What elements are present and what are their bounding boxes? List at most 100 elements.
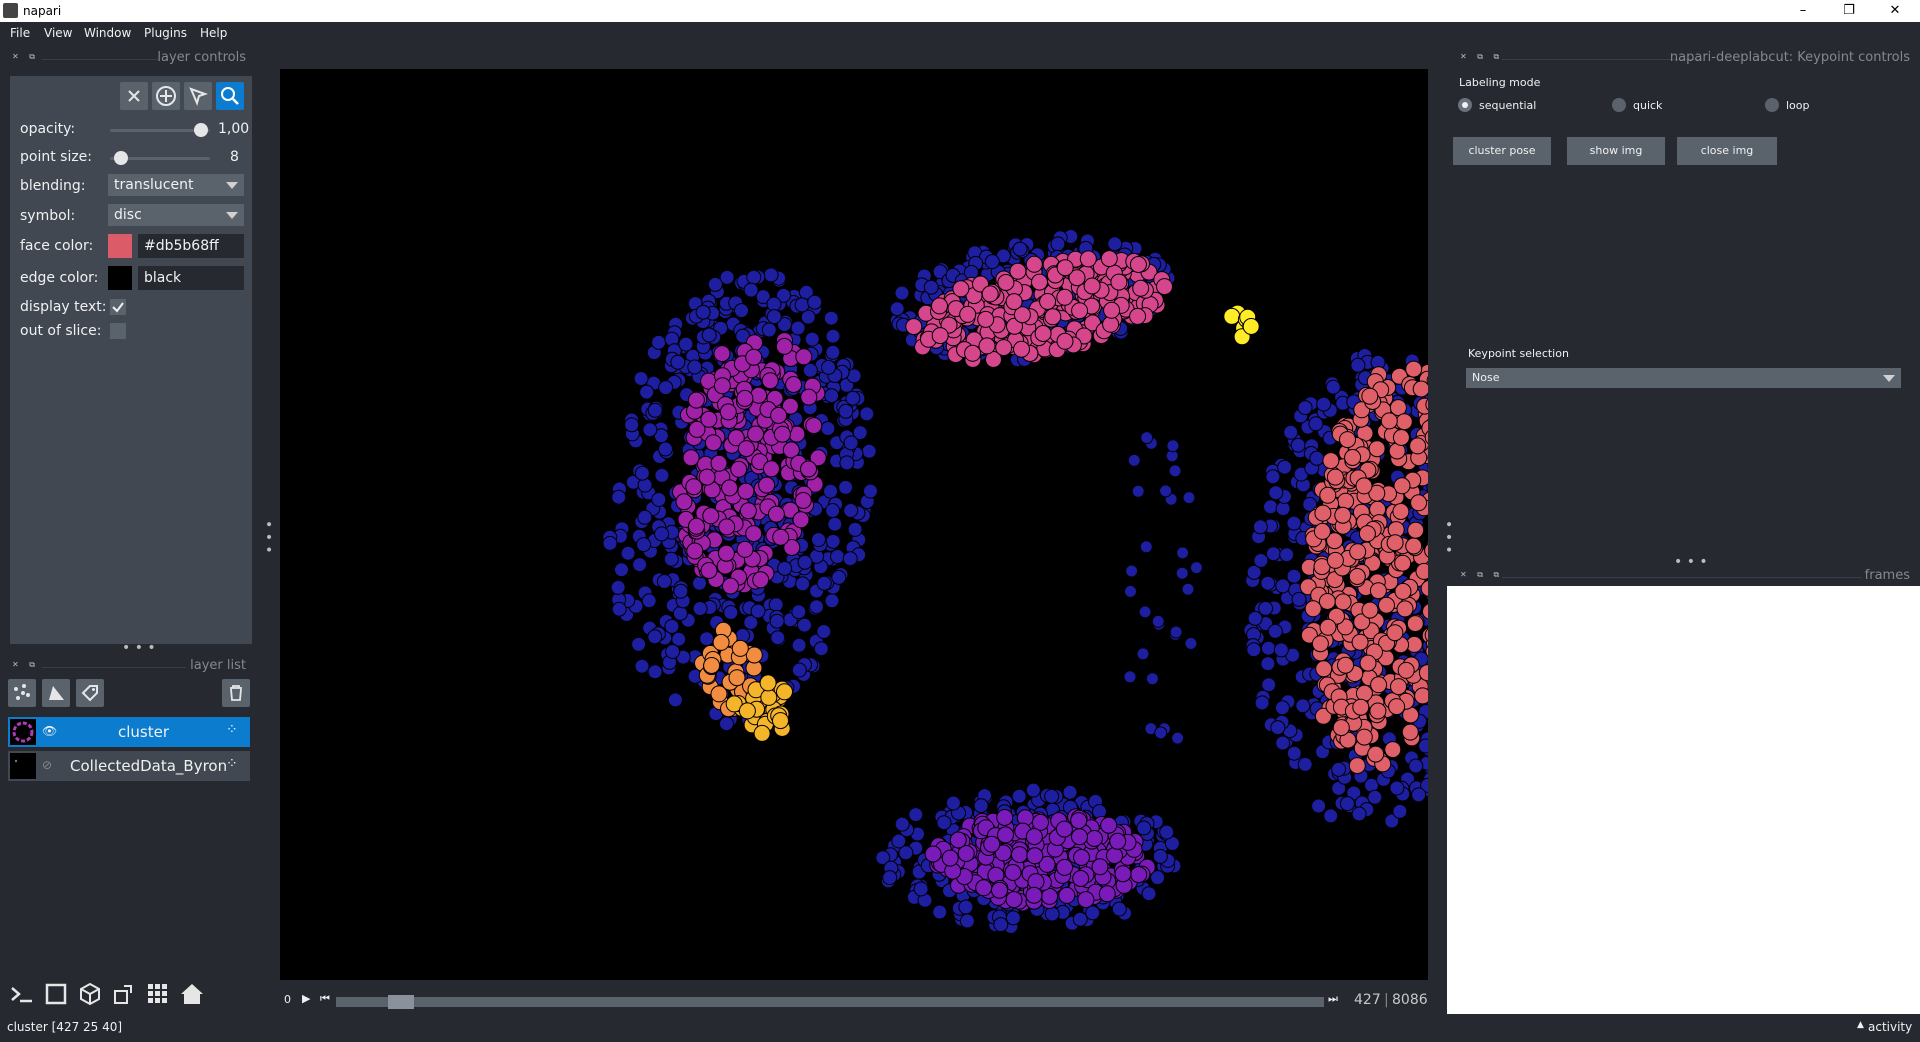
new-shapes-layer-button[interactable] <box>42 679 70 707</box>
skip-start-icon[interactable]: ⏮ <box>320 992 330 1006</box>
radio-quick[interactable] <box>1612 98 1626 112</box>
display-text-checkbox[interactable] <box>110 299 126 315</box>
dock-buttons-icon[interactable]: ✕ ⧉ ⧉ <box>1460 570 1503 580</box>
chevron-up-icon[interactable]: ▲ <box>1857 1020 1864 1030</box>
out-of-slice-checkbox[interactable] <box>110 323 126 339</box>
face-color-swatch[interactable] <box>108 234 132 258</box>
activity-button[interactable]: activity <box>1868 1020 1912 1034</box>
dock-buttons-icon[interactable]: ✕ ⧉ <box>12 660 39 670</box>
point-marker <box>1141 886 1157 902</box>
delete-layer-button[interactable] <box>222 679 250 707</box>
point-marker <box>1265 469 1281 485</box>
viewer-canvas[interactable] <box>280 69 1513 980</box>
menu-window[interactable]: Window <box>84 26 131 40</box>
point-marker <box>809 599 824 615</box>
display-text-label: display text: <box>20 299 107 315</box>
layer-row-collecteddata[interactable]: ⊘ CollectedData_Byron ⁘ <box>8 751 250 781</box>
point-marker <box>687 391 705 409</box>
new-points-layer-button[interactable] <box>8 679 36 707</box>
point-marker <box>1171 731 1185 745</box>
menu-plugins[interactable]: Plugins <box>144 26 187 40</box>
point-marker <box>698 468 716 486</box>
close-window-button[interactable]: ✕ <box>1872 0 1918 22</box>
blending-dropdown[interactable]: translucent <box>108 174 244 196</box>
point-size-slider-handle[interactable] <box>114 151 128 165</box>
home-icon[interactable] <box>178 980 206 1008</box>
edge-color-input[interactable]: black <box>138 266 244 290</box>
face-color-input[interactable]: #db5b68ff <box>138 234 244 258</box>
restore-button[interactable]: ❐ <box>1826 0 1872 22</box>
keypoint-selection-dropdown[interactable]: Nose <box>1466 368 1901 388</box>
point-marker <box>624 417 640 433</box>
viewer-buttons <box>8 980 218 1010</box>
point-marker <box>1136 820 1152 836</box>
new-labels-layer-button[interactable] <box>76 679 104 707</box>
show-img-button[interactable]: show img <box>1567 137 1665 165</box>
right-splitter-handle[interactable]: • • • <box>1440 520 1456 554</box>
mode-quick-label[interactable]: quick <box>1633 99 1662 112</box>
menu-help[interactable]: Help <box>200 26 227 40</box>
point-marker <box>839 455 855 471</box>
grid-icon[interactable] <box>144 980 172 1008</box>
point-marker <box>647 402 663 418</box>
opacity-slider-handle[interactable] <box>194 123 208 137</box>
splitter-handle[interactable]: • • • <box>122 640 156 656</box>
add-points-button[interactable] <box>152 82 180 110</box>
point-marker <box>981 285 999 303</box>
point-marker <box>713 377 731 395</box>
close-img-button[interactable]: close img <box>1677 137 1777 165</box>
frames-header: ✕ ⧉ ⧉ frames <box>1456 568 1912 584</box>
point-marker <box>1267 623 1283 639</box>
point-marker <box>747 425 765 443</box>
point-marker <box>905 318 923 336</box>
frames-plot-area[interactable] <box>1447 586 1920 1014</box>
eye-hidden-icon[interactable]: ⊘ <box>42 758 52 772</box>
console-icon[interactable] <box>8 980 36 1008</box>
point-marker <box>1100 816 1118 834</box>
skip-end-icon[interactable]: ⏭ <box>1328 992 1338 1006</box>
frames-splitter-handle[interactable]: • • • <box>1674 554 1708 570</box>
point-marker <box>759 674 777 692</box>
point-marker <box>1012 241 1028 257</box>
point-marker <box>800 388 818 406</box>
point-marker <box>1316 396 1332 412</box>
dock-buttons-icon[interactable]: ✕ ⧉ <box>12 52 39 62</box>
select-points-button[interactable] <box>184 82 212 110</box>
cluster-pose-button[interactable]: cluster pose <box>1453 137 1551 165</box>
mode-sequential-label[interactable]: sequential <box>1479 99 1536 112</box>
left-splitter-handle[interactable]: • • • <box>260 520 276 554</box>
point-marker <box>1397 661 1415 679</box>
point-marker <box>1083 277 1101 295</box>
mode-loop-label[interactable]: loop <box>1786 99 1810 112</box>
ndisplay-square-icon[interactable] <box>42 980 70 1008</box>
roll-dims-icon[interactable] <box>76 980 104 1008</box>
point-marker <box>973 798 989 814</box>
menu-file[interactable]: File <box>10 26 30 40</box>
menu-view[interactable]: View <box>44 26 72 40</box>
select-arrow-icon <box>189 87 209 106</box>
point-marker <box>1273 642 1289 658</box>
point-marker <box>1380 412 1398 430</box>
frame-slider[interactable] <box>336 997 1324 1007</box>
minimize-button[interactable]: – <box>1780 0 1826 22</box>
eye-icon[interactable]: 👁 <box>42 724 57 738</box>
point-marker <box>1395 413 1413 431</box>
transpose-icon[interactable] <box>110 980 138 1008</box>
point-marker <box>719 716 734 732</box>
point-marker <box>894 816 910 832</box>
radio-loop[interactable] <box>1765 98 1779 112</box>
point-marker <box>1132 279 1150 297</box>
edge-color-swatch[interactable] <box>108 266 132 290</box>
dock-buttons-icon[interactable]: ✕ ⧉ ⧉ <box>1460 52 1503 62</box>
point-marker <box>1337 656 1354 674</box>
radio-sequential[interactable] <box>1458 98 1472 112</box>
delete-points-button[interactable] <box>120 82 148 110</box>
layer-row-cluster[interactable]: 👁 cluster ⁘ <box>8 717 250 747</box>
point-marker <box>1326 468 1344 486</box>
frame-slider-handle[interactable] <box>388 995 414 1009</box>
pan-zoom-button[interactable] <box>216 82 244 110</box>
play-icon[interactable]: ▶ <box>302 992 310 1005</box>
point-marker <box>688 517 705 535</box>
symbol-dropdown[interactable]: disc <box>108 204 244 226</box>
point-marker <box>1311 798 1327 814</box>
